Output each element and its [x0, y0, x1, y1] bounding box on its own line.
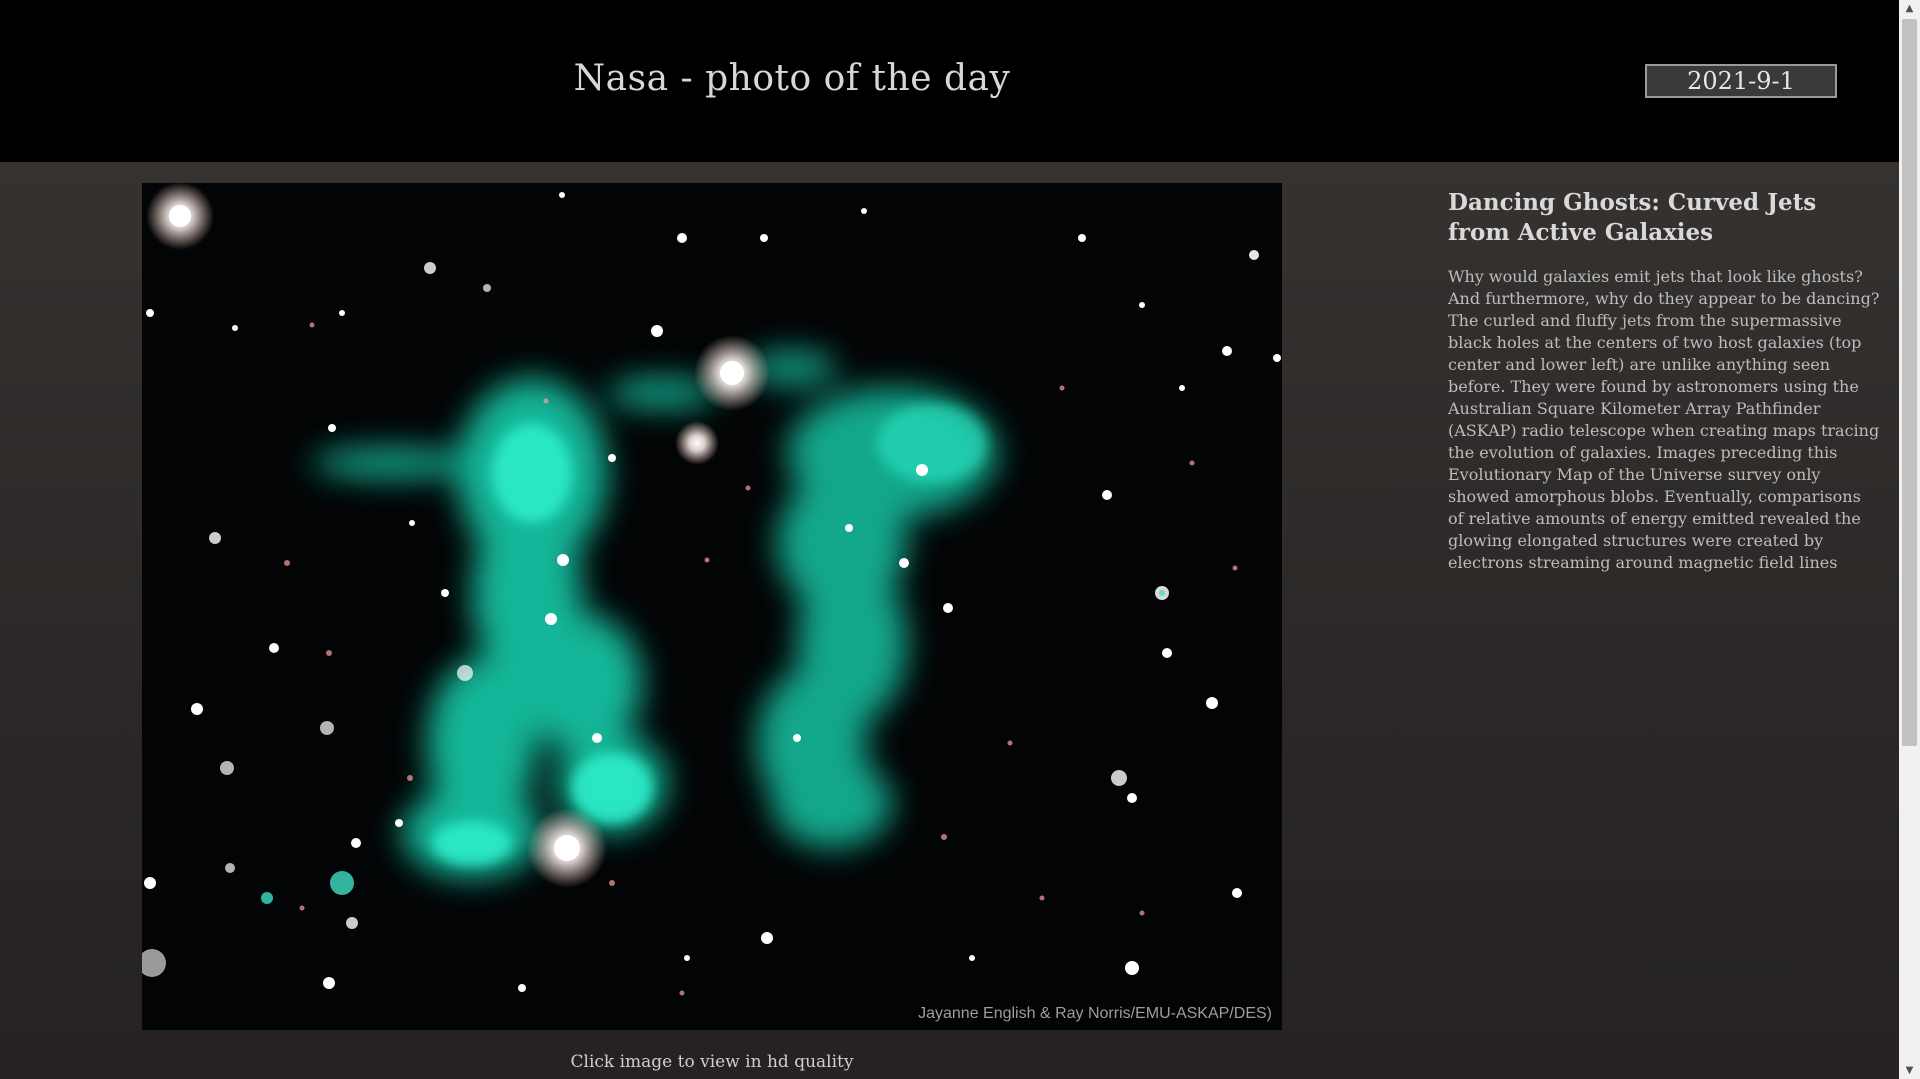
article: Dancing Ghosts: Curved Jets from Active … [1448, 188, 1880, 574]
article-title: Dancing Ghosts: Curved Jets from Active … [1448, 189, 1817, 246]
header: Nasa - photo of the day [0, 0, 1899, 162]
photo-link[interactable]: Jayanne English & Ray Norris/EMU-ASKAP/D… [142, 183, 1282, 1030]
vertical-scrollbar[interactable]: ▲ ▼ [1899, 0, 1920, 1079]
date-input[interactable] [1645, 64, 1837, 98]
article-body: Why would galaxies emit jets that look l… [1448, 267, 1880, 572]
scrollbar-thumb[interactable] [1902, 19, 1917, 746]
astronomy-photo[interactable]: Jayanne English & Ray Norris/EMU-ASKAP/D… [142, 183, 1282, 1030]
main-content: Jayanne English & Ray Norris/EMU-ASKAP/D… [0, 162, 1899, 1079]
page: Nasa - photo of the day 2021-9-1 Jayanne… [0, 0, 1920, 1079]
photo-credit: Jayanne English & Ray Norris/EMU-ASKAP/D… [918, 1005, 1272, 1022]
hd-hint-text: Click image to view in hd quality [570, 1052, 854, 1072]
page-title: Nasa - photo of the day [573, 58, 1011, 99]
triangle-up-icon[interactable]: ▲ [1899, 0, 1920, 17]
triangle-down-icon[interactable]: ▼ [1899, 1062, 1920, 1079]
